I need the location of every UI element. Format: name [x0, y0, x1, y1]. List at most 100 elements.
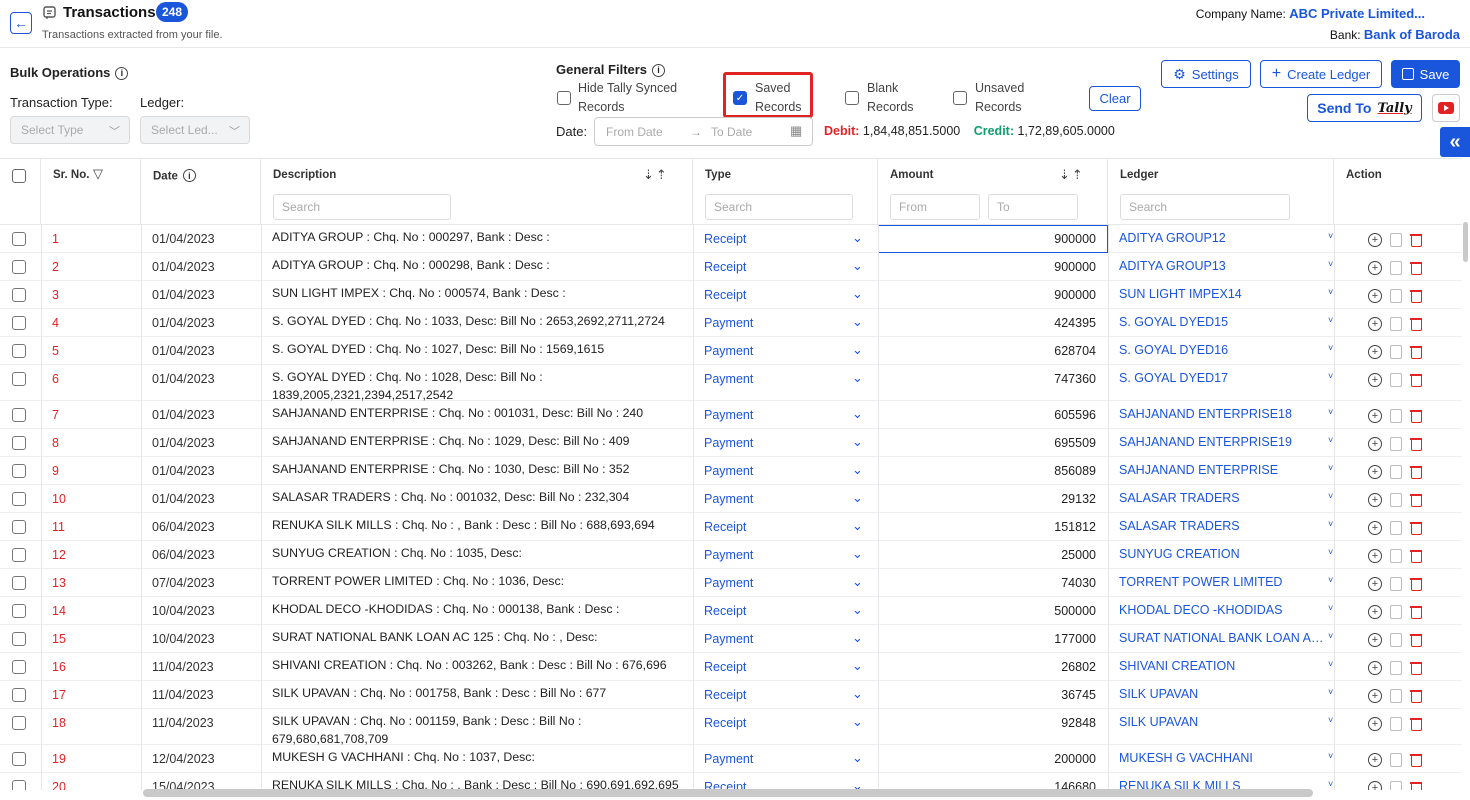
- delete-icon[interactable]: [1410, 317, 1422, 331]
- amount-from-input[interactable]: From: [890, 194, 980, 220]
- add-circle-icon[interactable]: +: [1368, 577, 1382, 591]
- table-row[interactable]: 1 01/04/2023 ADITYA GROUP : Chq. No : 0002…: [0, 225, 1462, 253]
- copy-icon[interactable]: [1390, 717, 1402, 731]
- description-search-input[interactable]: Search: [273, 194, 451, 220]
- chevron-down-icon[interactable]: ˅: [1328, 343, 1333, 353]
- add-circle-icon[interactable]: +: [1368, 465, 1382, 479]
- row-checkbox[interactable]: [12, 548, 26, 562]
- add-circle-icon[interactable]: +: [1368, 317, 1382, 331]
- chevron-down-icon[interactable]: ⌄: [852, 686, 863, 702]
- bulk-ledger-select[interactable]: Select Led... ﹀: [140, 116, 250, 144]
- collapse-panel-icon[interactable]: «: [1440, 127, 1470, 157]
- table-row[interactable]: 10 01/04/2023 SALASAR TRADERS : Chq. No : …: [0, 485, 1462, 513]
- row-ledger-select[interactable]: SILK UPAVAN: [1119, 687, 1331, 701]
- table-row[interactable]: 12 06/04/2023 SUNYUG CREATION : Chq. No : …: [0, 541, 1462, 569]
- table-row[interactable]: 15 10/04/2023 SURAT NATIONAL BANK LOAN AC …: [0, 625, 1462, 653]
- row-amount[interactable]: 856089: [878, 464, 1096, 478]
- chevron-down-icon[interactable]: ˅: [1328, 547, 1333, 557]
- chevron-down-icon[interactable]: ⌄: [852, 406, 863, 422]
- ledger-search-input[interactable]: Search: [1120, 194, 1290, 220]
- row-amount[interactable]: 74030: [878, 576, 1096, 590]
- row-ledger-select[interactable]: SUN LIGHT IMPEX14: [1119, 287, 1331, 301]
- row-ledger-select[interactable]: KHODAL DECO -KHODIDAS: [1119, 603, 1331, 617]
- row-type-select[interactable]: Payment: [704, 752, 753, 766]
- row-type-select[interactable]: Payment: [704, 344, 753, 358]
- row-checkbox[interactable]: [12, 780, 26, 790]
- row-amount[interactable]: 747360: [878, 372, 1096, 386]
- delete-icon[interactable]: [1410, 437, 1422, 451]
- chevron-down-icon[interactable]: ⌄: [852, 630, 863, 646]
- chevron-down-icon[interactable]: ⌄: [852, 370, 863, 386]
- add-circle-icon[interactable]: +: [1368, 289, 1382, 303]
- delete-icon[interactable]: [1410, 549, 1422, 563]
- horizontal-scrollbar[interactable]: [143, 789, 1313, 797]
- row-type-select[interactable]: Receipt: [704, 716, 746, 730]
- copy-icon[interactable]: [1390, 605, 1402, 619]
- youtube-icon[interactable]: [1432, 94, 1460, 122]
- row-ledger-select[interactable]: SAHJANAND ENTERPRISE: [1119, 463, 1331, 477]
- delete-icon[interactable]: [1410, 409, 1422, 423]
- info-icon[interactable]: i: [115, 66, 129, 80]
- company-name[interactable]: ABC Private Limited...: [1289, 6, 1425, 21]
- row-type-select[interactable]: Payment: [704, 576, 753, 590]
- copy-icon[interactable]: [1390, 233, 1402, 247]
- add-circle-icon[interactable]: +: [1368, 437, 1382, 451]
- table-row[interactable]: 19 12/04/2023 MUKESH G VACHHANI : Chq. No …: [0, 745, 1462, 773]
- delete-icon[interactable]: [1410, 689, 1422, 703]
- copy-icon[interactable]: [1390, 753, 1402, 767]
- row-type-select[interactable]: Receipt: [704, 520, 746, 534]
- row-checkbox[interactable]: [12, 316, 26, 330]
- row-ledger-select[interactable]: S. GOYAL DYED15: [1119, 315, 1331, 329]
- copy-icon[interactable]: [1390, 409, 1402, 423]
- filter-icon[interactable]: ▽: [93, 166, 105, 182]
- row-ledger-select[interactable]: SHIVANI CREATION: [1119, 659, 1331, 673]
- select-all-checkbox[interactable]: [12, 169, 26, 183]
- info-icon[interactable]: i: [182, 169, 196, 182]
- row-checkbox[interactable]: [12, 716, 26, 730]
- row-ledger-select[interactable]: ADITYA GROUP13: [1119, 259, 1331, 273]
- copy-icon[interactable]: [1390, 465, 1402, 479]
- delete-icon[interactable]: [1410, 661, 1422, 675]
- table-row[interactable]: 5 01/04/2023 S. GOYAL DYED : Chq. No : 102…: [0, 337, 1462, 365]
- delete-icon[interactable]: [1410, 261, 1422, 275]
- add-circle-icon[interactable]: +: [1368, 345, 1382, 359]
- row-checkbox[interactable]: [12, 688, 26, 702]
- delete-icon[interactable]: [1410, 465, 1422, 479]
- row-amount[interactable]: 29132: [878, 492, 1096, 506]
- row-amount[interactable]: 177000: [878, 632, 1096, 646]
- row-amount[interactable]: 900000: [878, 260, 1096, 274]
- delete-icon[interactable]: [1410, 289, 1422, 303]
- chevron-down-icon[interactable]: ⌄: [852, 518, 863, 534]
- clear-filters-button[interactable]: Clear: [1089, 86, 1141, 111]
- send-to-tally-button[interactable]: Send To Tally: [1307, 94, 1422, 122]
- copy-icon[interactable]: [1390, 437, 1402, 451]
- table-row[interactable]: 7 01/04/2023 SAHJANAND ENTERPRISE : Chq. N…: [0, 401, 1462, 429]
- add-circle-icon[interactable]: +: [1368, 781, 1382, 790]
- table-row[interactable]: 16 11/04/2023 SHIVANI CREATION : Chq. No :…: [0, 653, 1462, 681]
- bulk-type-select[interactable]: Select Type ﹀: [10, 116, 130, 144]
- chevron-down-icon[interactable]: ˅: [1328, 659, 1333, 669]
- chevron-down-icon[interactable]: ˅: [1328, 751, 1333, 761]
- row-amount[interactable]: 36745: [878, 688, 1096, 702]
- info-icon[interactable]: i: [652, 63, 666, 77]
- copy-icon[interactable]: [1390, 689, 1402, 703]
- chevron-down-icon[interactable]: ˅: [1328, 463, 1333, 473]
- copy-icon[interactable]: [1390, 317, 1402, 331]
- chevron-down-icon[interactable]: ⌄: [852, 230, 863, 246]
- delete-icon[interactable]: [1410, 753, 1422, 767]
- chevron-down-icon[interactable]: ⌄: [852, 490, 863, 506]
- row-checkbox[interactable]: [12, 464, 26, 478]
- copy-icon[interactable]: [1390, 549, 1402, 563]
- row-type-select[interactable]: Payment: [704, 372, 753, 386]
- row-checkbox[interactable]: [12, 232, 26, 246]
- row-amount[interactable]: 92848: [878, 716, 1096, 730]
- row-amount[interactable]: 151812: [878, 520, 1096, 534]
- add-circle-icon[interactable]: +: [1368, 261, 1382, 275]
- chevron-down-icon[interactable]: ˅: [1328, 779, 1333, 789]
- chevron-down-icon[interactable]: ˅: [1328, 231, 1333, 241]
- table-row[interactable]: 3 01/04/2023 SUN LIGHT IMPEX : Chq. No : 0…: [0, 281, 1462, 309]
- row-checkbox[interactable]: [12, 576, 26, 590]
- add-circle-icon[interactable]: +: [1368, 373, 1382, 387]
- row-ledger-select[interactable]: SAHJANAND ENTERPRISE19: [1119, 435, 1331, 449]
- copy-icon[interactable]: [1390, 661, 1402, 675]
